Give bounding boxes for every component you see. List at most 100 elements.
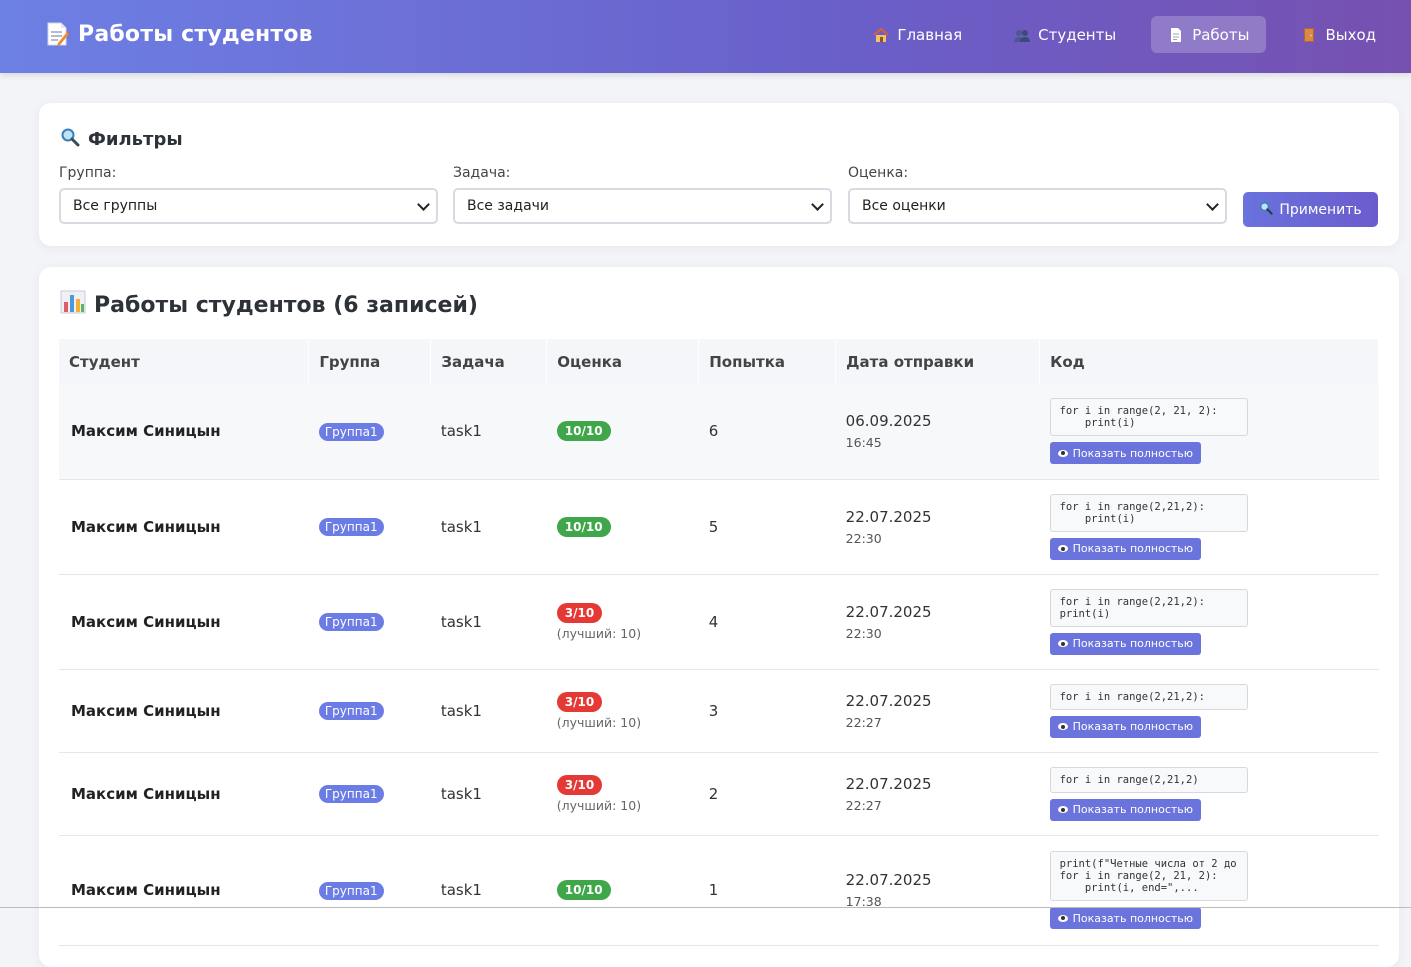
show-full-code-button[interactable]: Показать полностью	[1049, 537, 1202, 560]
submit-date: 22.07.2025	[845, 507, 932, 526]
grade-filter: Оценка: Все оценки	[848, 165, 1227, 224]
nav-logout-label: Выход	[1325, 25, 1376, 44]
nav-home[interactable]: Главная	[856, 16, 979, 53]
submit-date: 22.07.2025	[845, 871, 932, 889]
submit-time: 22:30	[845, 625, 882, 641]
group-badge: Группа1	[318, 702, 384, 720]
document-icon	[1168, 27, 1184, 43]
show-full-code-label: Показать полностью	[1072, 542, 1194, 555]
group-filter: Группа: Все группы	[59, 165, 438, 224]
show-full-code-button[interactable]: Показать полностью	[1049, 715, 1202, 738]
task-name: task1	[430, 479, 547, 575]
chevron-down-icon	[811, 197, 824, 211]
submit-time: 22:27	[845, 714, 882, 730]
filters-title: Фильтры	[88, 129, 183, 150]
grade-select[interactable]: Все оценки	[848, 188, 1227, 224]
submit-date: 22.07.2025	[845, 691, 932, 710]
nav-logout[interactable]: Выход	[1284, 16, 1393, 53]
grade-select-value: Все оценки	[862, 198, 946, 214]
task-filter-label: Задача:	[453, 165, 511, 181]
attempt-number: 4	[698, 574, 836, 670]
show-full-code-button[interactable]: Показать полностью	[1049, 907, 1202, 929]
works-card: Работы студентов (6 записей) Студент Гру…	[39, 267, 1399, 967]
best-grade-note: (лучший: 10)	[556, 797, 642, 813]
task-name: task1	[430, 384, 547, 480]
column-header-task[interactable]: Задача	[430, 339, 548, 384]
best-grade-note: (лучший: 10)	[556, 625, 642, 641]
grade-badge: 10/10	[556, 516, 611, 537]
show-full-code-button[interactable]: Показать полностью	[1049, 798, 1202, 821]
code-preview: for i in range(2,21,2):	[1049, 683, 1248, 710]
group-select[interactable]: Все группы	[59, 188, 438, 224]
table-row: Максим Синицын Группа1 task1 3/10 (лучший…	[59, 752, 1379, 836]
submit-time: 16:45	[845, 435, 882, 451]
brand[interactable]: Работы студентов	[46, 21, 313, 47]
submit-date: 06.09.2025	[845, 412, 932, 431]
column-header-grade[interactable]: Оценка	[546, 339, 700, 384]
attempt-number: 6	[698, 384, 836, 480]
filters-card: Фильтры Группа: Все группы Задача: Все з…	[39, 103, 1399, 246]
table-row: Максим Синицын Группа1 task1 3/10 (лучший…	[59, 574, 1379, 670]
grade-badge: 3/10	[556, 602, 603, 623]
student-name: Максим Синицын	[59, 752, 309, 836]
works-table: Студент Группа Задача Оценка Попытка Дат…	[59, 339, 1379, 946]
task-filter: Задача: Все задачи	[453, 165, 832, 224]
code-preview: for i in range(2,21,2): print(i)	[1049, 588, 1248, 627]
code-preview: print(f"Четные числа от 2 до for i in ra…	[1049, 851, 1248, 901]
eye-icon	[1057, 914, 1068, 922]
nav-home-label: Главная	[897, 25, 963, 44]
app-title: Работы студентов	[78, 21, 313, 47]
student-name: Максим Синицын	[59, 669, 309, 753]
table-row: Максим Синицын Группа1 task1 10/10 5 22.…	[59, 479, 1379, 575]
attempt-number: 5	[698, 479, 836, 575]
nav-students[interactable]: Студенты	[997, 16, 1133, 53]
memo-icon	[46, 21, 70, 47]
table-row: Максим Синицын Группа1 task1 3/10 (лучший…	[59, 669, 1379, 753]
eye-icon	[1057, 723, 1068, 730]
submit-time: 22:27	[845, 797, 882, 813]
show-full-code-label: Показать полностью	[1072, 803, 1194, 816]
attempt-number: 2	[698, 752, 836, 836]
grade-badge: 3/10	[556, 691, 603, 712]
submit-date: 22.07.2025	[845, 774, 932, 793]
apply-button[interactable]: Применить	[1243, 192, 1378, 227]
column-header-code[interactable]: Код	[1039, 339, 1379, 384]
nav-works[interactable]: Работы	[1151, 16, 1267, 53]
show-full-code-label: Показать полностью	[1072, 446, 1194, 460]
student-name: Максим Синицын	[59, 574, 309, 670]
eye-icon	[1057, 806, 1068, 813]
column-header-group[interactable]: Группа	[308, 339, 432, 384]
column-header-attempt[interactable]: Попытка	[698, 339, 837, 384]
nav-works-label: Работы	[1192, 25, 1250, 44]
group-badge: Группа1	[318, 518, 384, 536]
table-header-row: Студент Группа Задача Оценка Попытка Дат…	[59, 339, 1379, 384]
task-name: task1	[430, 835, 547, 946]
works-heading: Работы студентов (6 записей)	[60, 290, 478, 320]
group-badge: Группа1	[318, 422, 384, 441]
student-name: Максим Синицын	[59, 835, 309, 946]
filters-heading: Фильтры	[60, 127, 183, 152]
magnifier-icon	[60, 127, 80, 152]
show-full-code-button[interactable]: Показать полностью	[1049, 442, 1202, 465]
column-header-student[interactable]: Студент	[59, 339, 310, 384]
column-header-date[interactable]: Дата отправки	[835, 339, 1041, 384]
task-name: task1	[430, 752, 547, 836]
code-preview: for i in range(2, 21, 2): print(i)	[1049, 398, 1248, 437]
show-full-code-label: Показать полностью	[1072, 637, 1194, 650]
grade-badge: 10/10	[556, 421, 611, 442]
eye-icon	[1057, 545, 1068, 552]
best-grade-note: (лучший: 10)	[556, 714, 642, 730]
attempt-number: 3	[698, 669, 836, 753]
show-full-code-button[interactable]: Показать полностью	[1049, 632, 1202, 655]
grade-badge: 3/10	[556, 774, 603, 795]
table-row: Максим Синицын Группа1 task1 10/10 1 22.…	[59, 835, 1379, 946]
show-full-code-label: Показать полностью	[1072, 720, 1194, 733]
chevron-down-icon	[417, 197, 430, 211]
group-badge: Группа1	[318, 881, 384, 900]
task-select[interactable]: Все задачи	[453, 188, 832, 224]
code-preview: for i in range(2,21,2): print(i)	[1049, 493, 1248, 532]
grade-badge: 10/10	[556, 880, 611, 900]
magnifier-icon	[1259, 201, 1273, 219]
group-badge: Группа1	[318, 613, 384, 631]
table-row: Максим Синицын Группа1 task1 10/10 6 06.…	[59, 384, 1379, 480]
